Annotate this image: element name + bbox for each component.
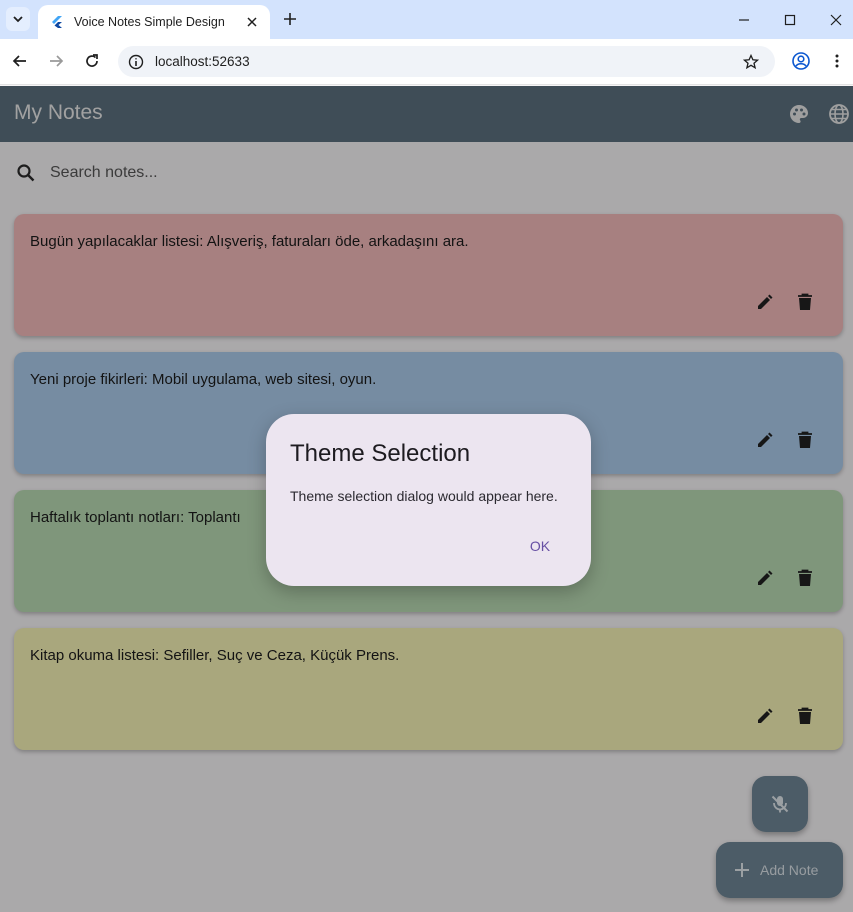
tab-close-icon[interactable] [242, 12, 262, 32]
close-window-button[interactable] [813, 0, 853, 39]
browser-toolbar: localhost:52633 [0, 39, 853, 85]
site-info-icon[interactable] [126, 52, 146, 72]
ok-button[interactable]: OK [516, 528, 564, 564]
browser-tab-bar: Voice Notes Simple Design [0, 0, 853, 39]
reload-button[interactable] [80, 49, 104, 73]
minimize-button[interactable] [721, 0, 767, 39]
new-tab-button[interactable] [279, 8, 301, 30]
reload-icon [86, 54, 98, 67]
theme-selection-dialog: Theme Selection Theme selection dialog w… [266, 414, 591, 586]
maximize-icon [784, 14, 796, 25]
address-bar[interactable]: localhost:52633 [118, 46, 775, 77]
close-icon [830, 14, 842, 25]
tab-list-button[interactable] [6, 7, 30, 31]
maximize-button[interactable] [767, 0, 813, 39]
forward-button[interactable] [44, 49, 68, 73]
more-vert-icon [835, 54, 839, 68]
arrow-right-icon [50, 55, 64, 67]
tab-title: Voice Notes Simple Design [74, 15, 225, 29]
back-button[interactable] [8, 49, 32, 73]
url-text[interactable]: localhost:52633 [155, 54, 739, 69]
plus-icon [284, 13, 296, 25]
chevron-down-icon [13, 16, 23, 23]
profile-button[interactable] [789, 49, 813, 73]
minimize-icon [739, 18, 749, 21]
bookmark-star-icon[interactable] [739, 50, 763, 74]
dialog-message: Theme selection dialog would appear here… [290, 488, 558, 504]
browser-menu-button[interactable] [825, 49, 849, 73]
dialog-title: Theme Selection [290, 440, 471, 467]
arrow-left-icon [12, 55, 26, 67]
browser-tab[interactable]: Voice Notes Simple Design [38, 5, 270, 39]
flutter-icon [52, 16, 62, 28]
account-circle-icon [792, 52, 810, 70]
